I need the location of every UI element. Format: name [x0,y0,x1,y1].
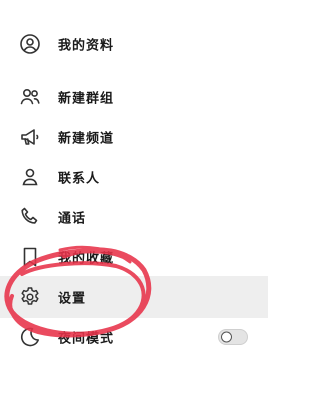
menu-item-new-channel[interactable]: 新建频道 [0,116,268,158]
menu-item-new-group[interactable]: 新建群组 [0,76,268,118]
menu-item-label: 我的收藏 [58,251,115,267]
menu-item-label: 联系人 [58,171,101,187]
menu-item-night-mode[interactable]: 夜间模式 [0,316,268,358]
moon-icon [18,325,42,349]
person-circle-icon [18,32,42,56]
night-mode-toggle[interactable] [218,329,248,345]
menu-item-settings[interactable]: 设置 [0,276,268,318]
menu-item-label: 我的资料 [58,38,115,54]
menu-item-label: 新建群组 [58,91,115,107]
person-icon [18,165,42,189]
menu-item-my-profile[interactable]: 我的资料 [0,23,268,65]
menu-item-label: 新建频道 [58,131,115,147]
menu-item-label: 通话 [58,211,87,227]
megaphone-icon [18,125,42,149]
bookmark-icon [18,245,42,269]
menu-item-saved-messages[interactable]: 我的收藏 [0,236,268,278]
phone-icon [18,205,42,229]
side-menu: 我的资料 新建群组 新建频道 联系人 通话 我的收藏 设置 夜间模式 [0,0,268,408]
menu-item-calls[interactable]: 通话 [0,196,268,238]
menu-item-label: 设置 [58,291,87,307]
toggle-knob [221,331,232,343]
people-icon [18,85,42,109]
menu-item-label: 夜间模式 [58,331,115,347]
menu-item-contacts[interactable]: 联系人 [0,156,268,198]
gear-icon [18,285,42,309]
